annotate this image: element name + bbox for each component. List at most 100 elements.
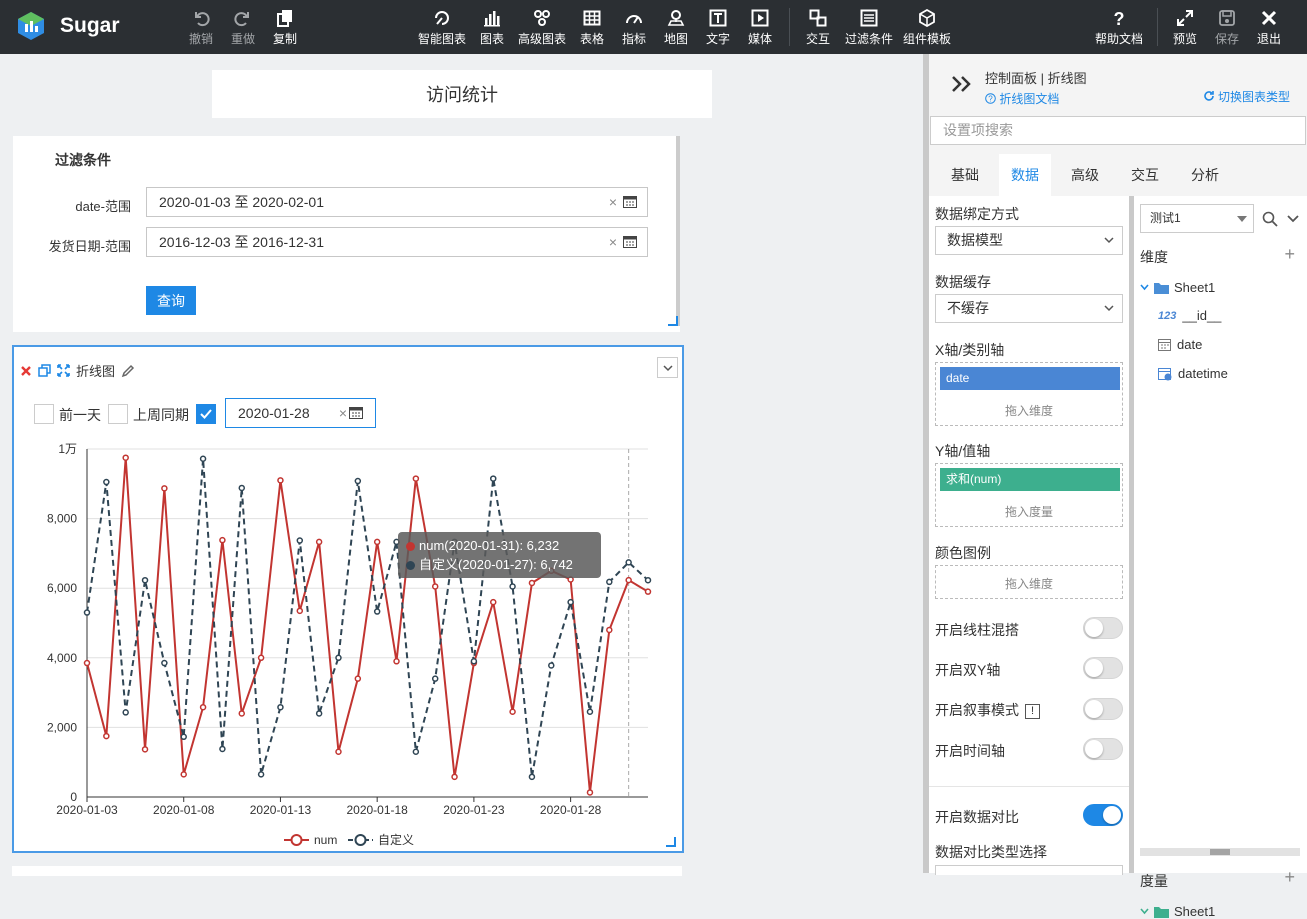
cache-select[interactable]: 不缓存 <box>935 294 1123 323</box>
line-chart-widget[interactable]: 折线图 前一天 上周同期 2020-01-28 × 0 2,000 4,000 6,0… <box>12 345 684 853</box>
info-exclamation-icon[interactable]: ! <box>1025 703 1040 719</box>
data-point[interactable] <box>315 710 323 717</box>
calendar-icon[interactable] <box>623 235 637 248</box>
data-point[interactable] <box>277 703 284 711</box>
chart-doc-link[interactable]: ? 折线图文档 <box>985 90 1059 107</box>
data-point[interactable] <box>122 709 129 716</box>
undo-button[interactable]: 撤销 <box>189 8 213 50</box>
data-point[interactable] <box>354 477 362 485</box>
clear-icon[interactable]: × <box>609 188 617 216</box>
add-dimension-plus-icon[interactable]: + <box>1284 244 1295 265</box>
interact-button[interactable]: 交互 <box>806 8 830 50</box>
data-point[interactable] <box>257 771 265 778</box>
data-point[interactable] <box>509 708 516 715</box>
line-chart[interactable]: 0 2,000 4,000 6,000 8,000 1万 2020-01-03 2020-01… <box>14 347 682 851</box>
data-point[interactable] <box>644 588 652 595</box>
text-button[interactable]: 文字 <box>706 8 730 50</box>
data-point[interactable] <box>528 773 536 781</box>
data-compare-toggle[interactable] <box>1083 804 1123 826</box>
tab-analysis[interactable]: 分析 <box>1179 154 1231 196</box>
date-range-input[interactable]: 2020-01-03 至 2020-02-01 × <box>146 187 648 217</box>
resize-handle[interactable] <box>668 316 678 326</box>
data-point[interactable] <box>199 703 207 711</box>
copy-button[interactable]: 复制 <box>273 8 297 50</box>
field-id[interactable]: 123 __id__ <box>1158 308 1221 323</box>
legend-item-label[interactable]: 自定义 <box>378 832 414 847</box>
legend-item-label[interactable]: num <box>314 833 337 847</box>
data-point[interactable] <box>412 748 420 756</box>
data-point[interactable] <box>315 538 323 546</box>
data-point[interactable] <box>625 559 632 566</box>
compare-type-select[interactable] <box>935 865 1123 875</box>
indicator-button[interactable]: 指标 <box>622 8 646 50</box>
pane-resize-handle[interactable] <box>1140 848 1300 856</box>
chevron-down-icon[interactable] <box>1287 214 1299 223</box>
data-point[interactable] <box>567 598 574 606</box>
data-point[interactable] <box>83 659 91 667</box>
data-point[interactable] <box>373 538 381 546</box>
data-model-select[interactable]: 测试1 <box>1140 204 1254 233</box>
data-point[interactable] <box>257 654 265 662</box>
data-point[interactable] <box>509 583 516 590</box>
data-point[interactable] <box>528 579 536 587</box>
save-button[interactable]: 保存 <box>1215 8 1239 50</box>
timeline-toggle[interactable] <box>1083 738 1123 760</box>
data-point[interactable] <box>354 675 362 682</box>
switch-chart-type-link[interactable]: 切换图表类型 <box>1203 88 1290 105</box>
dual-y-axis-toggle[interactable] <box>1083 657 1123 679</box>
media-button[interactable]: 媒体 <box>748 8 772 50</box>
component-template-button[interactable]: 组件模板 <box>903 8 951 50</box>
data-point[interactable] <box>625 576 632 584</box>
preview-button[interactable]: 预览 <box>1173 8 1197 50</box>
field-datetime[interactable]: datetime <box>1158 366 1228 381</box>
filter-scrollbar[interactable] <box>676 136 680 326</box>
add-measure-plus-icon[interactable]: + <box>1284 867 1295 888</box>
data-point[interactable] <box>451 773 458 781</box>
data-point[interactable] <box>141 576 149 584</box>
measure-sheet-folder[interactable]: Sheet1 <box>1140 904 1215 919</box>
data-point[interactable] <box>219 745 226 753</box>
settings-search-input[interactable]: 设置项搜索 <box>930 116 1306 145</box>
collapse-chevrons-icon[interactable] <box>951 74 973 94</box>
data-point[interactable] <box>180 733 187 741</box>
data-point[interactable] <box>103 478 110 486</box>
data-point[interactable] <box>335 748 342 756</box>
tab-basic[interactable]: 基础 <box>939 154 991 196</box>
field-date[interactable]: date <box>1158 337 1202 352</box>
data-point[interactable] <box>489 598 497 606</box>
ship-date-range-input[interactable]: 2016-12-03 至 2016-12-31 × <box>146 227 648 257</box>
data-point[interactable] <box>141 746 149 753</box>
data-point[interactable] <box>83 609 91 616</box>
search-icon[interactable] <box>1262 211 1278 227</box>
data-point[interactable] <box>180 771 187 778</box>
data-point[interactable] <box>412 475 420 482</box>
data-point[interactable] <box>606 578 613 586</box>
data-point[interactable] <box>238 710 246 717</box>
data-point[interactable] <box>199 455 207 462</box>
data-point[interactable] <box>238 484 246 492</box>
data-point[interactable] <box>219 536 226 544</box>
data-point[interactable] <box>161 485 168 492</box>
data-point[interactable] <box>277 477 284 484</box>
data-point[interactable] <box>103 732 110 740</box>
series-line-custom[interactable] <box>86 458 649 777</box>
tab-advanced[interactable]: 高级 <box>1059 154 1111 196</box>
help-doc-button[interactable]: ? 帮助文档 <box>1095 8 1143 50</box>
chart-button[interactable]: 图表 <box>480 8 504 50</box>
smart-chart-button[interactable]: 智能图表 <box>418 8 466 50</box>
color-legend-dropzone[interactable]: 拖入维度 <box>935 565 1123 599</box>
table-button[interactable]: 表格 <box>580 8 604 50</box>
x-axis-dropzone[interactable]: date 拖入维度 <box>935 362 1123 426</box>
data-point[interactable] <box>644 576 652 584</box>
data-point[interactable] <box>161 659 168 667</box>
data-point[interactable] <box>296 607 304 615</box>
data-point[interactable] <box>122 454 129 461</box>
filter-button[interactable]: 过滤条件 <box>845 8 893 50</box>
data-point[interactable] <box>470 658 478 665</box>
filter-widget[interactable]: 过滤条件 date-范围 2020-01-03 至 2020-02-01 × 发… <box>13 136 680 332</box>
resize-handle[interactable] <box>666 837 676 847</box>
x-axis-chip[interactable]: date <box>940 367 1120 390</box>
line-bar-mix-toggle[interactable] <box>1083 617 1123 639</box>
tab-interaction[interactable]: 交互 <box>1119 154 1171 196</box>
data-point[interactable] <box>489 475 497 482</box>
